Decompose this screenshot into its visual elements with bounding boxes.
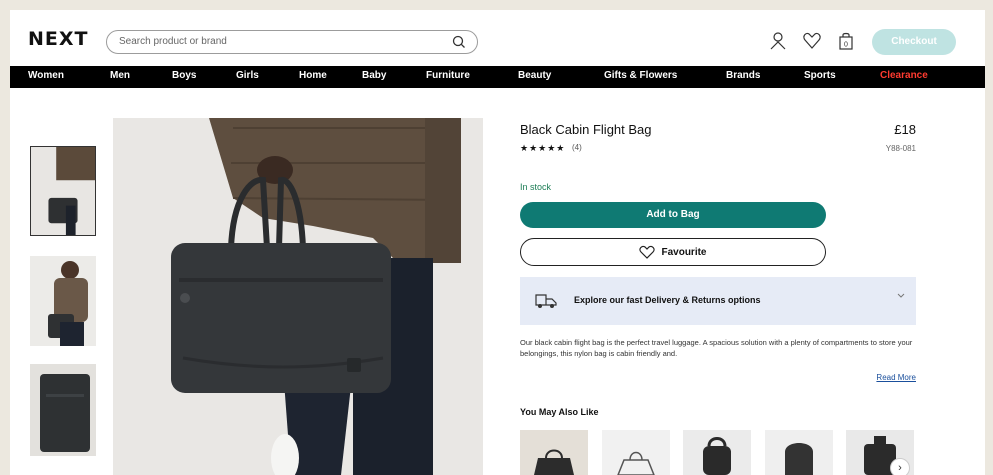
add-to-bag-button[interactable]: Add to Bag <box>520 202 826 228</box>
recommendation-item[interactable] <box>683 430 751 475</box>
favourite-button[interactable]: Favourite <box>520 238 826 266</box>
site-logo[interactable]: NEXT <box>28 28 89 50</box>
product-item-code: Y88-081 <box>885 144 916 153</box>
heart-icon[interactable] <box>802 30 822 52</box>
nav-item-baby[interactable]: Baby <box>362 70 386 81</box>
favourite-label: Favourite <box>661 246 707 258</box>
nav-item-boys[interactable]: Boys <box>172 70 196 81</box>
nav-item-beauty[interactable]: Beauty <box>518 70 551 81</box>
nav-item-gifts-flowers[interactable]: Gifts & Flowers <box>604 70 677 81</box>
bag-icon[interactable]: 0 <box>836 30 856 52</box>
recommendation-item[interactable] <box>765 430 833 475</box>
nav-item-brands[interactable]: Brands <box>726 70 760 81</box>
checkout-button[interactable]: Checkout <box>872 29 956 55</box>
also-like-heading: You May Also Like <box>520 407 599 417</box>
site-header: NEXT Search product or brand 0 Checkout <box>10 10 985 62</box>
main-product-image[interactable] <box>113 118 483 475</box>
thumbnail-1[interactable] <box>30 146 96 236</box>
delivery-label: Explore our fast Delivery & Returns opti… <box>574 295 761 305</box>
read-more-link[interactable]: Read More <box>876 373 916 382</box>
browser-page: NEXT Search product or brand 0 Checkout … <box>10 10 985 475</box>
nav-item-girls[interactable]: Girls <box>236 70 259 81</box>
delivery-returns-panel[interactable]: Explore our fast Delivery & Returns opti… <box>520 277 916 325</box>
nav-item-home[interactable]: Home <box>299 70 327 81</box>
nav-item-sports[interactable]: Sports <box>804 70 836 81</box>
recommendation-item[interactable] <box>520 430 588 475</box>
carousel-next-button[interactable]: › <box>890 458 910 475</box>
chevron-down-icon[interactable] <box>896 291 906 301</box>
search-icon[interactable] <box>451 34 467 50</box>
heart-icon <box>639 245 656 259</box>
product-review-count[interactable]: (4) <box>572 143 582 152</box>
account-icon[interactable] <box>768 30 788 52</box>
product-title: Black Cabin Flight Bag <box>520 122 652 137</box>
search-input[interactable]: Search product or brand <box>106 30 478 54</box>
delivery-truck-icon <box>535 294 557 308</box>
nav-item-men[interactable]: Men <box>110 70 130 81</box>
product-description: Our black cabin flight bag is the perfec… <box>520 338 913 358</box>
nav-item-furniture[interactable]: Furniture <box>426 70 470 81</box>
stock-status: In stock <box>520 182 552 192</box>
product-price: £18 <box>894 122 916 137</box>
category-nav: Women Men Boys Girls Home Baby Furniture… <box>10 66 985 88</box>
thumbnail-2[interactable] <box>30 256 96 346</box>
nav-item-clearance[interactable]: Clearance <box>880 70 928 81</box>
bag-count: 0 <box>844 42 848 49</box>
search-placeholder: Search product or brand <box>119 36 227 47</box>
recommendation-item[interactable] <box>602 430 670 475</box>
nav-item-women[interactable]: Women <box>28 70 64 81</box>
product-rating-stars[interactable]: ★★★★★ <box>520 143 565 154</box>
thumbnail-3[interactable] <box>30 364 96 456</box>
